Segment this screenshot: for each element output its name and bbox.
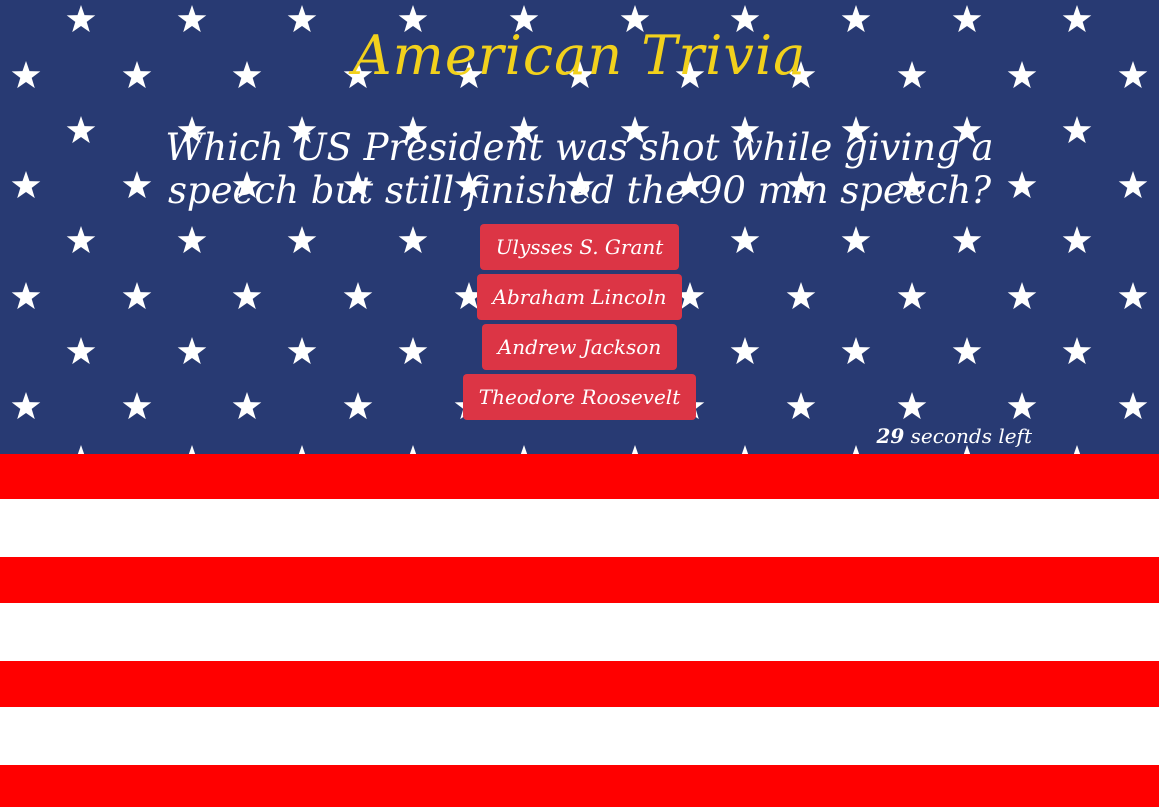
timer-label: seconds left xyxy=(910,424,1032,448)
star-icon xyxy=(852,445,860,454)
star-icon xyxy=(11,171,41,199)
answer-button-ulysses-grant[interactable]: Ulysses S. Grant xyxy=(479,224,680,270)
star-icon xyxy=(409,445,417,454)
question-text: Which US President was shot while giving… xyxy=(165,126,994,212)
star-icon xyxy=(631,445,639,454)
answer-button-andrew-jackson[interactable]: Andrew Jackson xyxy=(481,324,678,370)
star-icon xyxy=(298,445,306,454)
answer-button-abraham-lincoln[interactable]: Abraham Lincoln xyxy=(476,274,683,320)
answer-list: Ulysses S. Grant Abraham Lincoln Andrew … xyxy=(0,224,1159,424)
star-icon xyxy=(66,116,96,144)
star-icon xyxy=(520,445,528,454)
star-icon xyxy=(188,445,196,454)
timer: 29 seconds left xyxy=(876,424,1032,448)
answer-button-theodore-roosevelt[interactable]: Theodore Roosevelt xyxy=(462,374,697,420)
star-icon xyxy=(741,445,749,454)
star-icon xyxy=(1073,445,1081,454)
stripes-background xyxy=(0,454,1159,807)
star-icon xyxy=(1118,171,1148,199)
game-title: American Trivia xyxy=(352,24,807,87)
star-icon xyxy=(1062,116,1092,144)
star-icon xyxy=(77,445,85,454)
timer-seconds: 29 xyxy=(876,424,905,448)
